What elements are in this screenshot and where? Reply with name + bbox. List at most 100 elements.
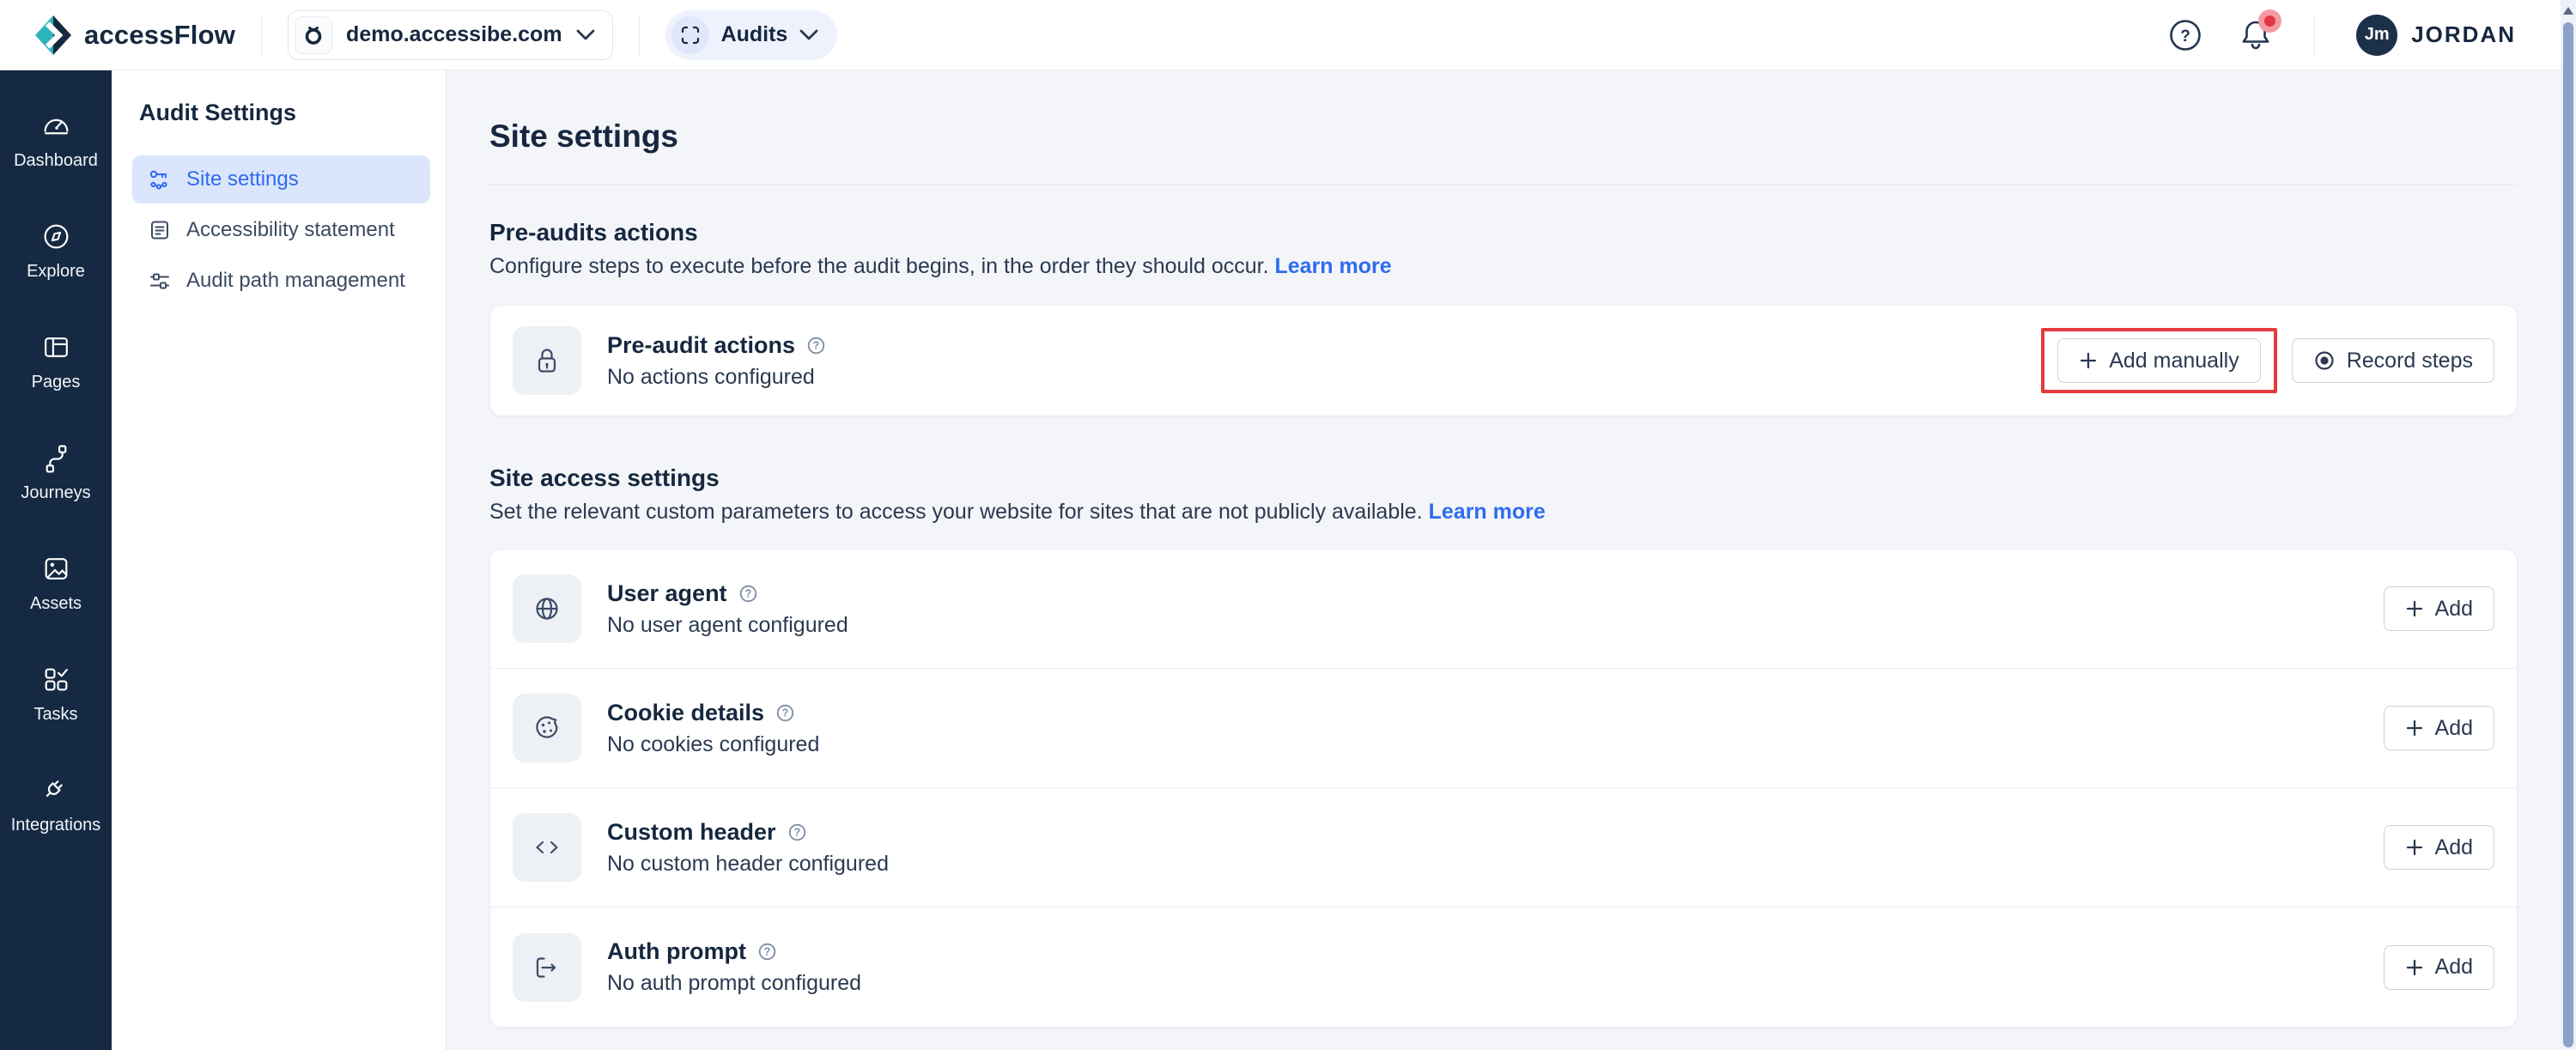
- logout-arrow-icon: [530, 950, 564, 985]
- journeys-icon: [40, 442, 72, 474]
- domain-label: demo.accessibe.com: [346, 22, 562, 47]
- divider: [489, 184, 2518, 185]
- user-menu[interactable]: Jm JORDAN: [2356, 15, 2516, 56]
- row-title: User agent: [607, 580, 727, 607]
- learn-more-link[interactable]: Learn more: [1429, 500, 1546, 524]
- sidebar-item-label: Dashboard: [14, 151, 98, 171]
- setting-row-custom-header: Custom header ? No custom header configu…: [490, 788, 2517, 907]
- plus-icon: [2405, 719, 2424, 737]
- add-manually-button[interactable]: Add manually: [2057, 338, 2260, 383]
- user-name: JORDAN: [2411, 21, 2516, 48]
- sidebar-item-label: Tasks: [33, 705, 77, 725]
- sidebar-item-audit-path-management[interactable]: Audit path management: [132, 257, 430, 305]
- setting-row-cookie-details: Cookie details ? No cookies configured: [490, 669, 2517, 788]
- svg-text:?: ?: [782, 707, 789, 719]
- sidebar-item-assets[interactable]: Assets: [0, 553, 112, 614]
- icon-tile: [513, 326, 581, 395]
- header-divider: [261, 15, 262, 55]
- header-divider: [2314, 15, 2315, 55]
- assets-icon: [40, 553, 72, 585]
- add-custom-header-button[interactable]: Add: [2384, 825, 2494, 870]
- section-heading: Site access settings: [489, 464, 2576, 492]
- sidebar-item-label: Site settings: [186, 167, 299, 191]
- avatar: Jm: [2356, 15, 2397, 56]
- plus-icon: [2405, 838, 2424, 857]
- record-icon: [2313, 349, 2336, 372]
- header-divider: [639, 15, 640, 55]
- site-access-section: Site access settings Set the relevant cu…: [489, 464, 2576, 1028]
- help-circle-icon[interactable]: ?: [787, 822, 807, 842]
- svg-text:?: ?: [764, 946, 771, 958]
- scrollbar-up-arrow[interactable]: [2563, 7, 2573, 15]
- add-user-agent-button[interactable]: Add: [2384, 586, 2494, 631]
- section-description: Configure steps to execute before the au…: [489, 254, 2576, 279]
- tasks-icon: [40, 664, 72, 695]
- top-header: accessFlow demo.accessibe.com: [0, 0, 2576, 70]
- sidebar-item-site-settings[interactable]: Site settings: [132, 155, 430, 203]
- icon-tile: [513, 574, 581, 643]
- setting-row-user-agent: User agent ? No user agent configured: [490, 549, 2517, 669]
- sidebar-item-journeys[interactable]: Journeys: [0, 442, 112, 503]
- sidebar-item-tasks[interactable]: Tasks: [0, 664, 112, 725]
- site-settings-icon: [148, 167, 172, 191]
- sidebar-item-accessibility-statement[interactable]: Accessibility statement: [132, 206, 430, 254]
- add-cookie-button[interactable]: Add: [2384, 706, 2494, 750]
- code-icon: [530, 830, 564, 865]
- sidebar-item-label: Accessibility statement: [186, 218, 395, 242]
- brand-logo[interactable]: accessFlow: [34, 15, 235, 56]
- row-texts: Pre-audit actions ? No actions configure…: [607, 332, 826, 390]
- scrollbar-thumb[interactable]: [2563, 22, 2573, 1047]
- row-title: Auth prompt: [607, 938, 746, 965]
- sidebar-item-integrations[interactable]: Integrations: [0, 774, 112, 835]
- help-circle-icon[interactable]: ?: [757, 942, 777, 962]
- brand-name: accessFlow: [84, 20, 235, 51]
- setting-row-auth-prompt: Auth prompt ? No auth prompt configured: [490, 907, 2517, 1027]
- icon-tile: [513, 813, 581, 882]
- svg-text:?: ?: [793, 826, 800, 838]
- sidebar-item-explore[interactable]: Explore: [0, 221, 112, 282]
- sidebar-item-pages[interactable]: Pages: [0, 331, 112, 392]
- site-access-card: User agent ? No user agent configured: [489, 549, 2518, 1028]
- sidebar-item-label: Journeys: [21, 483, 90, 503]
- row-texts: User agent ? No user agent configured: [607, 580, 848, 638]
- help-circle-icon[interactable]: ?: [775, 703, 795, 723]
- plus-icon: [2405, 958, 2424, 977]
- app-window: accessFlow demo.accessibe.com: [0, 0, 2576, 1050]
- row-texts: Cookie details ? No cookies configured: [607, 700, 819, 757]
- section-heading: Pre-audits actions: [489, 219, 2576, 246]
- row-subtitle: No auth prompt configured: [607, 971, 861, 996]
- record-steps-button[interactable]: Record steps: [2292, 338, 2494, 383]
- notifications-bell-icon[interactable]: [2239, 17, 2273, 53]
- sidebar-item-label: Integrations: [11, 816, 101, 835]
- explore-icon: [40, 221, 72, 252]
- domain-selector[interactable]: demo.accessibe.com: [288, 10, 613, 60]
- accessflow-logo-icon: [34, 15, 72, 56]
- chevron-down-icon: [576, 29, 595, 40]
- svg-text:?: ?: [2180, 27, 2190, 46]
- plus-icon: [2405, 599, 2424, 618]
- pages-icon: [40, 331, 72, 363]
- row-subtitle: No user agent configured: [607, 613, 848, 638]
- settings-sidebar-title: Audit Settings: [139, 100, 430, 126]
- plus-icon: [2079, 351, 2098, 370]
- pre-audit-card: Pre-audit actions ? No actions configure…: [489, 305, 2518, 416]
- sidebar-item-dashboard[interactable]: Dashboard: [0, 110, 112, 171]
- row-texts: Custom header ? No custom header configu…: [607, 819, 889, 877]
- help-circle-icon[interactable]: ?: [738, 584, 758, 604]
- scan-icon: [671, 16, 709, 54]
- row-texts: Auth prompt ? No auth prompt configured: [607, 938, 861, 996]
- icon-tile: [513, 933, 581, 1002]
- help-circle-icon[interactable]: ?: [806, 336, 826, 355]
- learn-more-link[interactable]: Learn more: [1274, 254, 1391, 278]
- sidebar-item-label: Explore: [27, 262, 85, 282]
- add-auth-prompt-button[interactable]: Add: [2384, 945, 2494, 990]
- page-title: Site settings: [489, 118, 2576, 155]
- audits-selector[interactable]: Audits: [665, 10, 838, 60]
- sidebar-item-label: Pages: [32, 373, 81, 392]
- chevron-down-icon: [799, 29, 818, 40]
- lock-icon: [530, 343, 564, 378]
- row-title: Custom header: [607, 819, 776, 846]
- vertical-scrollbar[interactable]: [2561, 0, 2576, 1050]
- icon-tile: [513, 694, 581, 762]
- help-icon[interactable]: ?: [2168, 18, 2202, 52]
